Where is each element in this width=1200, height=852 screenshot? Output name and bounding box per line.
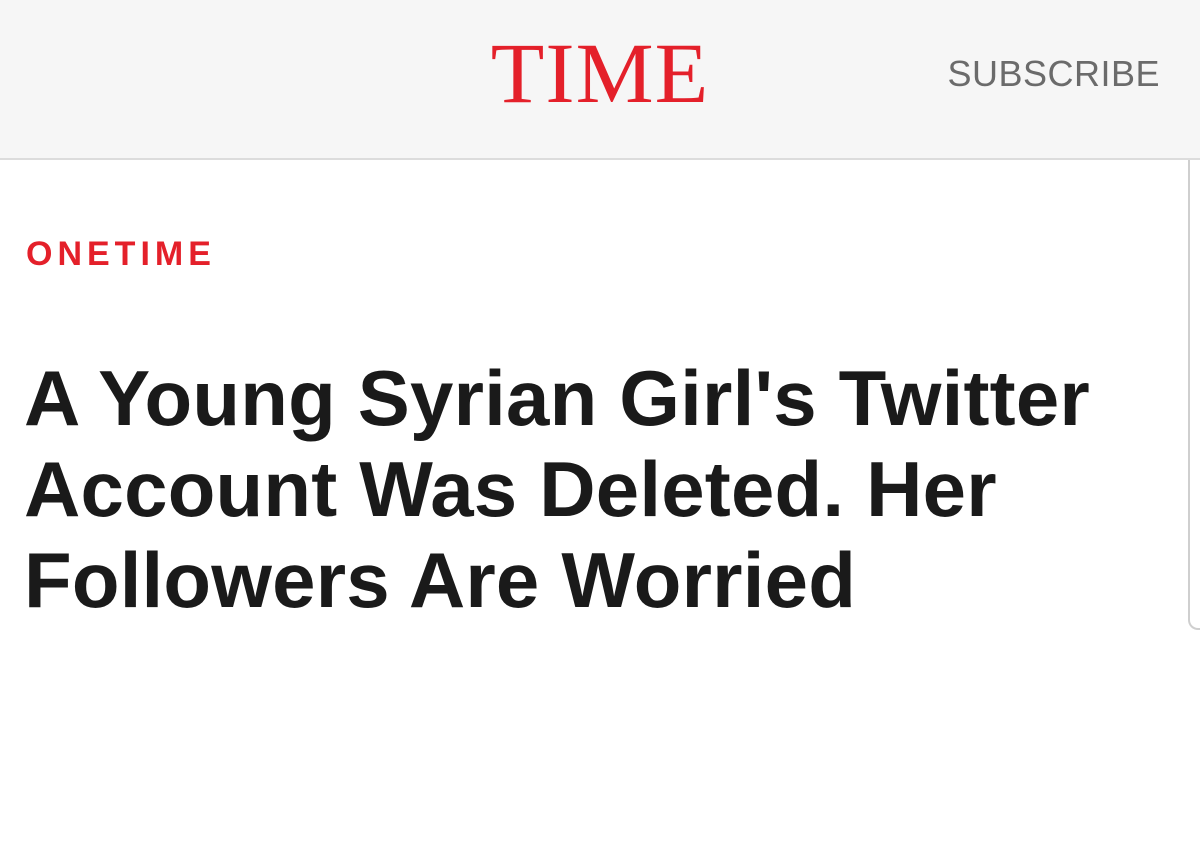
subscribe-link[interactable]: SUBSCRIBE	[947, 54, 1160, 94]
article-headline: A Young Syrian Girl's Twitter Account Wa…	[24, 354, 1090, 624]
article-page: TIME SUBSCRIBE ONETIME A Young Syrian Gi…	[0, 0, 1200, 852]
site-header: TIME SUBSCRIBE	[0, 0, 1200, 160]
scroll-edge-indicator	[1188, 160, 1200, 630]
section-label[interactable]: ONETIME	[26, 234, 216, 274]
